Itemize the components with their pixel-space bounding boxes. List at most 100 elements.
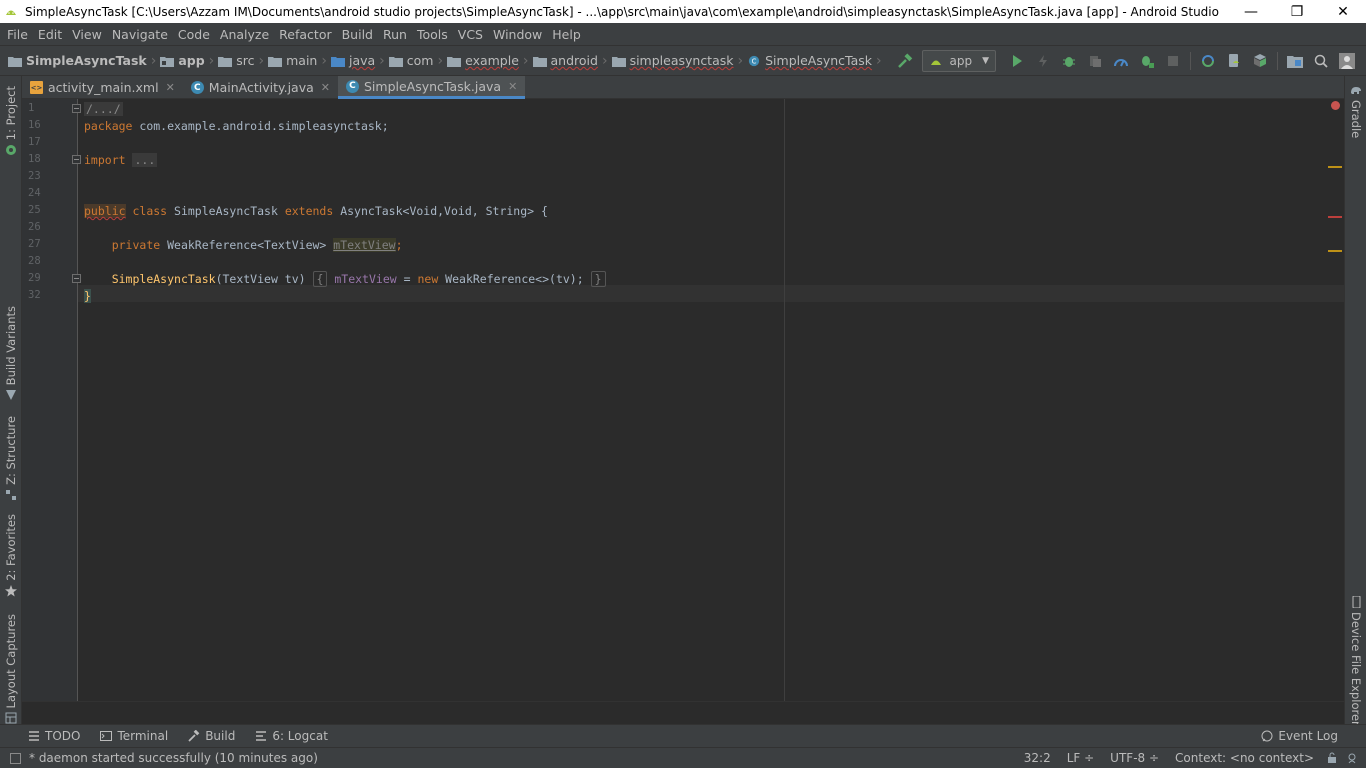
run-configuration-select[interactable]: app ▼ [922, 49, 996, 72]
context-indicator[interactable]: Context: <no context> [1175, 751, 1314, 765]
avd-manager-icon[interactable] [1225, 52, 1243, 70]
hector-inspector-icon[interactable] [1346, 752, 1358, 764]
line-separator[interactable]: LF ÷ [1067, 751, 1094, 765]
menu-build[interactable]: Build [337, 27, 378, 42]
layout-captures-icon [5, 712, 17, 724]
sync-gradle-icon[interactable] [1199, 52, 1217, 70]
caret-position[interactable]: 32:2 [1024, 751, 1051, 765]
source-folder-icon [330, 56, 345, 67]
tab-mainactivity-java[interactable]: C MainActivity.java ✕ [183, 76, 338, 99]
menu-view[interactable]: View [67, 27, 107, 42]
menu-refactor[interactable]: Refactor [274, 27, 336, 42]
menu-analyze[interactable]: Analyze [215, 27, 274, 42]
breadcrumb-app[interactable]: app › [160, 53, 218, 69]
debug-icon[interactable] [1060, 52, 1078, 70]
terminal-tool-button[interactable]: Terminal [100, 729, 168, 743]
error-stripe-mark[interactable] [1328, 216, 1342, 218]
menu-run[interactable]: Run [378, 27, 412, 42]
line-number: 24 [28, 187, 41, 199]
menu-help[interactable]: Help [547, 27, 586, 42]
project-android-icon [6, 145, 16, 156]
close-window-button[interactable]: ✕ [1320, 0, 1366, 23]
warning-stripe-mark[interactable] [1328, 250, 1342, 252]
tab-simpleasynctask-java[interactable]: C SimpleAsyncTask.java ✕ [337, 76, 526, 99]
attach-debugger-icon[interactable] [1138, 52, 1156, 70]
menu-bar: File Edit View Navigate Code Analyze Ref… [0, 23, 1366, 45]
file-encoding[interactable]: UTF-8 ÷ [1110, 751, 1159, 765]
tab-activity-main-xml[interactable]: <> activity_main.xml ✕ [22, 76, 183, 99]
line-number: 27 [28, 238, 41, 250]
hammer-icon [188, 730, 200, 742]
restore-button[interactable]: ❐ [1274, 0, 1320, 23]
apply-changes-icon[interactable] [1034, 52, 1052, 70]
breadcrumb-com[interactable]: com › [388, 53, 447, 69]
breadcrumb-class[interactable]: C SimpleAsyncTask › [747, 53, 886, 69]
close-icon[interactable]: ✕ [321, 81, 330, 94]
bottom-tool-window-bar: TODO Terminal Build 6: Logcat Event Log [0, 724, 1366, 747]
close-icon[interactable]: ✕ [508, 80, 517, 93]
star-icon [5, 584, 17, 597]
run-config-label: app [949, 53, 973, 68]
structure-tool-tab[interactable]: Z: Structure [0, 416, 22, 501]
build-tool-button[interactable]: Build [188, 729, 235, 743]
module-folder-icon [160, 56, 175, 67]
tab-label: MainActivity.java [208, 80, 314, 95]
search-icon[interactable] [1312, 52, 1330, 70]
menu-vcs[interactable]: VCS [453, 27, 488, 42]
breadcrumb-java[interactable]: java › [330, 53, 389, 69]
menu-edit[interactable]: Edit [33, 27, 67, 42]
menu-code[interactable]: Code [173, 27, 215, 42]
build-variants-tool-tab[interactable]: Build Variants [0, 306, 22, 401]
menu-tools[interactable]: Tools [412, 27, 453, 42]
right-tool-window-strip: Gradle Device File Explorer [1344, 76, 1366, 726]
event-log-tool-button[interactable]: Event Log [1261, 729, 1338, 743]
toolbar-divider [1190, 51, 1191, 70]
run-icon[interactable] [1008, 52, 1026, 70]
favorites-tool-tab[interactable]: 2: Favorites [0, 514, 22, 597]
stop-icon[interactable] [1164, 52, 1182, 70]
profile-icon[interactable] [1086, 52, 1104, 70]
fold-toggle[interactable] [72, 155, 81, 164]
fold-toggle[interactable] [72, 104, 81, 113]
code-line-1: /.../ [84, 102, 123, 116]
project-tool-tab[interactable]: 1: Project [0, 86, 22, 156]
logcat-icon [256, 731, 267, 741]
logcat-tool-button[interactable]: 6: Logcat [255, 729, 328, 743]
breadcrumb-src[interactable]: src › [218, 53, 268, 69]
fold-toggle[interactable] [72, 274, 81, 283]
error-indicator-icon[interactable] [1331, 101, 1340, 110]
android-profiler-icon[interactable] [1112, 52, 1130, 70]
todo-tool-button[interactable]: TODO [28, 729, 80, 743]
gradle-tool-tab[interactable]: Gradle [1345, 84, 1366, 138]
structure-icon [6, 489, 16, 500]
tool-windows-toggle-icon[interactable] [10, 752, 21, 764]
line-number: 28 [28, 255, 41, 267]
breadcrumb-android[interactable]: android › [532, 53, 612, 69]
line-number: 18 [28, 153, 41, 165]
device-file-explorer-tool-tab[interactable]: Device File Explorer [1345, 596, 1366, 726]
layout-captures-tool-tab[interactable]: Layout Captures [0, 614, 22, 724]
menu-window[interactable]: Window [488, 27, 547, 42]
tab-label: SimpleAsyncTask.java [363, 78, 502, 94]
minimize-button[interactable]: — [1228, 0, 1274, 23]
breadcrumb-project[interactable]: SimpleAsyncTask › [8, 53, 160, 69]
navigation-bar: SimpleAsyncTask › app › src › main › java › c… [0, 45, 1366, 76]
breadcrumb-example[interactable]: example › [447, 53, 532, 69]
line-number: 23 [28, 170, 41, 182]
breadcrumb-main[interactable]: main › [268, 53, 331, 69]
line-number-gutter: 1 16 17 18 23 24 25 26 27 28 29 32 [22, 99, 81, 701]
window-title-bar: SimpleAsyncTask [C:\Users\Azzam IM\Docum… [0, 0, 1366, 23]
warning-stripe-mark[interactable] [1328, 166, 1342, 168]
line-number: 17 [28, 136, 41, 148]
project-structure-icon[interactable] [1286, 52, 1304, 70]
close-icon[interactable]: ✕ [166, 81, 175, 94]
breadcrumb-simpleasynctask[interactable]: simpleasynctask › [611, 53, 748, 69]
user-avatar-icon[interactable] [1338, 52, 1356, 70]
make-project-hammer-icon[interactable] [896, 52, 914, 70]
sdk-manager-icon[interactable] [1251, 52, 1269, 70]
lock-icon[interactable] [1326, 752, 1338, 764]
package-folder-icon [532, 56, 547, 67]
menu-file[interactable]: File [2, 27, 33, 42]
menu-navigate[interactable]: Navigate [107, 27, 173, 42]
code-editor[interactable]: 1 16 17 18 23 24 25 26 27 28 29 32 /.../… [22, 99, 1344, 701]
